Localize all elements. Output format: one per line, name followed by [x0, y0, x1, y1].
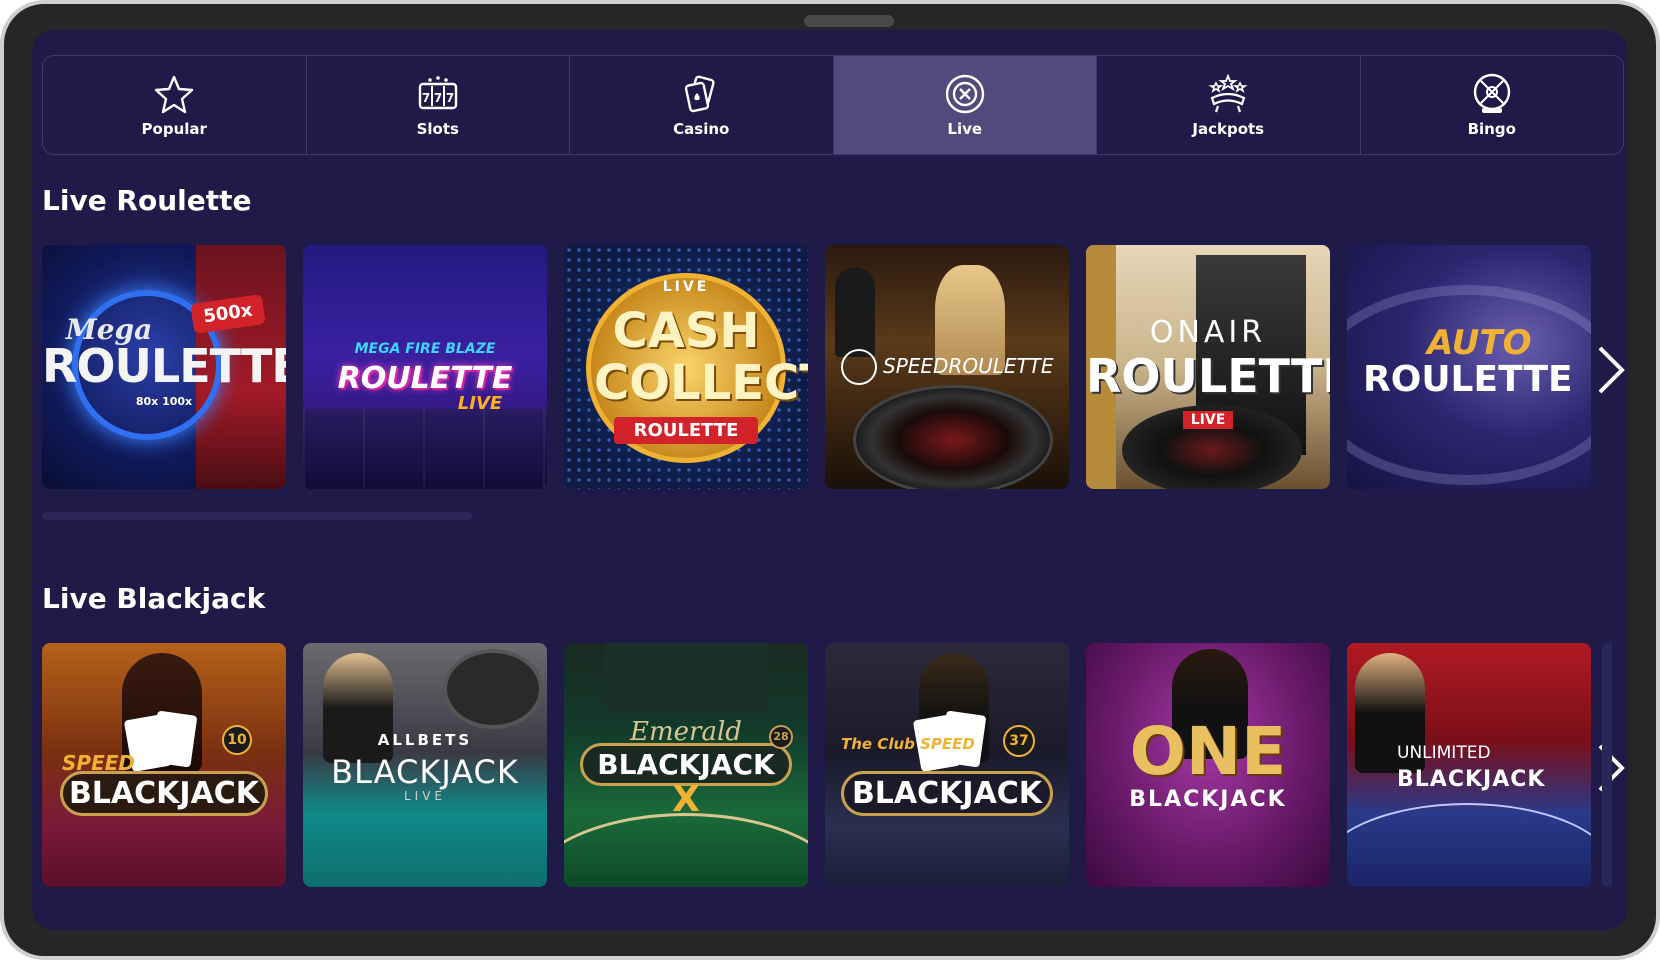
bingo-ball-icon	[1473, 73, 1510, 113]
category-nav: Popular 7 7 7 Slots Casino Live Jackpots…	[42, 55, 1624, 155]
game-card-mega-fire-blaze-roulette[interactable]: MEGA FIRE BLAZE ROULETTE LIVE	[303, 245, 547, 489]
game-card-speed-roulette[interactable]: SPEEDROULETTE	[825, 245, 1069, 489]
game-prefix: ONAIR	[1149, 315, 1267, 350]
crown-icon	[1208, 73, 1248, 113]
nav-item-casino[interactable]: Casino	[570, 56, 834, 154]
game-title: ROULETTE	[42, 339, 286, 393]
game-card-one-blackjack[interactable]: ONE BLACKJACK	[1086, 643, 1330, 887]
nav-item-jackpots[interactable]: Jackpots	[1097, 56, 1361, 154]
nav-label: Live	[947, 120, 983, 138]
seat-count-badge: 37	[1003, 725, 1035, 757]
slot-machine-icon: 7 7 7	[418, 76, 457, 110]
nav-item-bingo[interactable]: Bingo	[1361, 56, 1624, 154]
nav-label: Popular	[141, 120, 207, 138]
game-card-the-club-speed-blackjack[interactable]: The Club SPEED BLACKJACK 37	[825, 643, 1069, 887]
game-suffix: LIVE	[457, 393, 503, 414]
game-prefix: LIVE	[662, 279, 710, 295]
nav-item-popular[interactable]: Popular	[43, 56, 307, 154]
game-card-speed-blackjack[interactable]: SPEED BLACKJACK 10	[42, 643, 286, 887]
game-title: BLACKJACK	[60, 771, 268, 816]
app-screen: Popular 7 7 7 Slots Casino Live Jackpots…	[32, 30, 1628, 930]
nav-label: Bingo	[1467, 120, 1516, 138]
nav-label: Jackpots	[1192, 120, 1265, 138]
game-title: BLACKJACK	[331, 753, 519, 791]
game-title: BLACKJACK	[841, 771, 1053, 816]
star-icon	[155, 75, 194, 114]
game-title: BLACKJACK	[1397, 767, 1546, 792]
nav-label: Casino	[673, 120, 730, 138]
game-card-onair-roulette[interactable]: ONAIR ROULETTE LIVE	[1086, 245, 1330, 489]
blackjack-row: SPEED BLACKJACK 10 ALLBETS BLACKJACK LIV…	[42, 643, 1628, 887]
game-prefix: UNLIMITED	[1397, 743, 1491, 763]
game-prefix: MEGA FIRE BLAZE	[354, 341, 496, 357]
game-title: ROULETTE	[1363, 359, 1573, 400]
cards-icon	[685, 75, 715, 113]
roulette-row: Mega ROULETTE 500x 80x 100x MEGA FIRE BL…	[42, 245, 1628, 489]
next-card-peek	[1602, 643, 1612, 887]
nav-item-slots[interactable]: 7 7 7 Slots	[307, 56, 570, 154]
game-card-allbets-blackjack[interactable]: ALLBETS BLACKJACK LIVE	[303, 643, 547, 887]
game-prefix: ONE	[1129, 713, 1287, 790]
tablet-notch	[804, 15, 894, 27]
game-extra: 80x 100x	[135, 395, 193, 408]
game-title: SPEEDROULETTE	[883, 354, 1054, 378]
svg-text:7: 7	[446, 91, 454, 105]
game-card-cash-collect-roulette[interactable]: LIVE CASH COLLECT ROULETTE	[564, 245, 808, 489]
section-title-live-blackjack: Live Blackjack	[42, 582, 266, 615]
game-card-unlimited-blackjack[interactable]: UNLIMITED BLACKJACK	[1347, 643, 1591, 887]
game-prefix: ALLBETS	[377, 731, 473, 749]
svg-text:7: 7	[422, 91, 430, 105]
game-card-auto-roulette[interactable]: AUTO ROULETTE	[1347, 245, 1591, 489]
chevron-right-icon[interactable]	[1590, 340, 1628, 400]
section-title-live-roulette: Live Roulette	[42, 184, 252, 217]
svg-text:7: 7	[434, 91, 442, 105]
nav-label: Slots	[416, 120, 459, 138]
game-card-mega-roulette[interactable]: Mega ROULETTE 500x 80x 100x	[42, 245, 286, 489]
game-prefix: AUTO	[1427, 323, 1532, 363]
game-card-emerald-blackjack[interactable]: Emerald BLACKJACK X 28	[564, 643, 808, 887]
game-title: BLACKJACK	[1129, 787, 1287, 812]
game-title: CASH COLLECT	[594, 303, 808, 411]
game-title: ROULETTE	[1086, 349, 1330, 403]
roulette-chip-icon	[945, 74, 984, 114]
nav-item-live[interactable]: Live	[833, 56, 1097, 154]
game-suffix: ROULETTE	[614, 417, 758, 444]
seat-count-badge: 28	[769, 725, 793, 749]
seat-count-badge: 10	[222, 725, 252, 755]
roulette-scrollbar[interactable]	[42, 512, 472, 520]
game-title: ROULETTE	[337, 361, 513, 396]
live-badge: LIVE	[1183, 411, 1233, 429]
game-suffix: LIVE	[403, 789, 446, 803]
